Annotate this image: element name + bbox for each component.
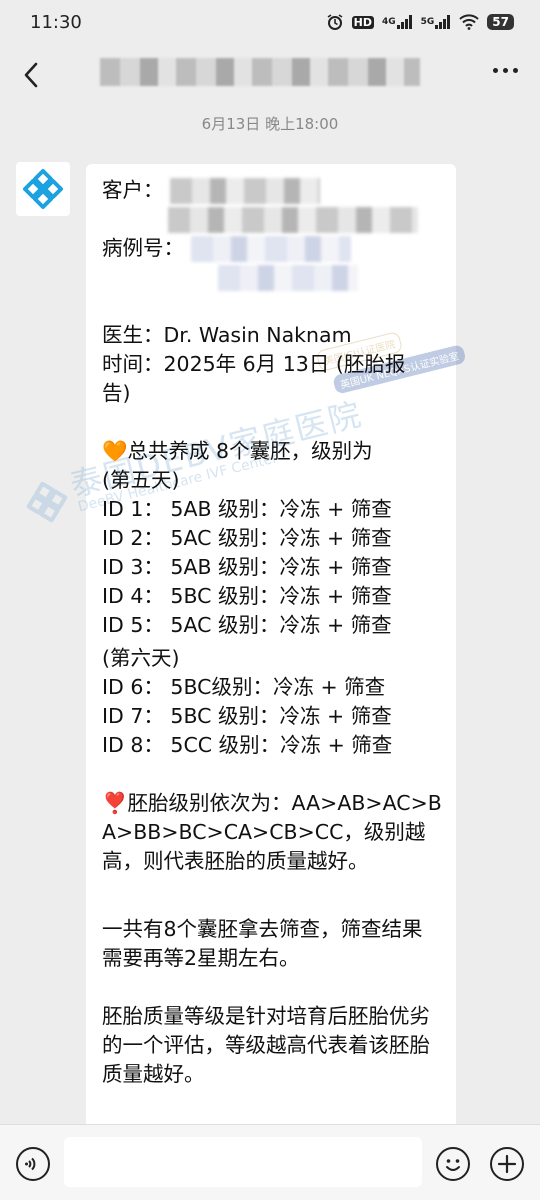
- message-bubble[interactable]: 客户： 病例号： 医生：Dr. Wasin Naknam 时间：2025年 6月…: [86, 164, 456, 1164]
- exclamation-heart-emoji-icon: ❣️: [102, 791, 128, 815]
- wifi-icon: [459, 14, 479, 30]
- avatar[interactable]: [16, 162, 70, 216]
- case-row-2: [102, 263, 442, 292]
- 4g-signal-icon: 4G: [382, 15, 413, 29]
- net-4g-label: 4G: [381, 17, 396, 27]
- total-embryos-line: 🧡总共养成 8个囊胚，级别为: [102, 437, 442, 466]
- embryo-id-6: ID 6： 5BC级别：冷冻 + 筛查: [102, 675, 386, 699]
- hd-icon: HD: [351, 15, 374, 29]
- chat-input-bar: [0, 1124, 540, 1200]
- embryo-id-8: ID 8： 5CC 级别：冷冻 + 筛查: [102, 733, 393, 757]
- case-number-label: 病例号：: [102, 236, 184, 260]
- doctor-line: 医生：Dr. Wasin Naknam: [102, 323, 352, 347]
- day5-label: (第五天): [102, 468, 180, 492]
- heart-emoji-icon: 🧡: [102, 439, 128, 463]
- time-line-1: 时间：2025年 6月 13日 (胚胎报: [102, 352, 406, 376]
- case-info-redacted: [218, 265, 358, 291]
- more-dots-icon[interactable]: [493, 68, 518, 73]
- chat-header: [0, 44, 540, 106]
- embryo-id-5: ID 5： 5AC 级别：冷冻 + 筛查: [102, 613, 392, 637]
- embryo-id-2: ID 2： 5AC 级别：冷冻 + 筛查: [102, 526, 392, 550]
- customer-name-redacted: [170, 178, 321, 204]
- plus-icon[interactable]: [490, 1147, 524, 1181]
- status-icons: HD 4G 5G 57: [326, 13, 514, 31]
- battery-indicator: 57: [487, 14, 514, 30]
- embryo-id-3: ID 3： 5AB 级别：冷冻 + 筛查: [102, 555, 392, 579]
- chevron-left-icon[interactable]: [18, 58, 46, 92]
- embryo-id-4: ID 4： 5BC 级别：冷冻 + 筛查: [102, 584, 392, 608]
- message-timestamp: 6月13日 晚上18:00: [201, 115, 339, 133]
- screening-note: 一共有8个囊胚拿去筛查，筛查结果需要再等2星期左右。: [102, 917, 423, 970]
- customer-row: 客户：: [102, 176, 442, 205]
- clinic-logo-icon: [23, 169, 63, 209]
- day6-label: (第六天): [102, 646, 180, 670]
- case-row: 病例号：: [102, 234, 442, 263]
- grade-explanation-text: 胚胎级别依次为：AA>AB>AC>BA>BB>BC>CA>CB>CC，级别越高，…: [102, 791, 442, 873]
- customer-row-2: [102, 205, 442, 234]
- case-number-redacted: [190, 236, 351, 262]
- 5g-signal-icon: 5G: [421, 15, 452, 29]
- voice-icon[interactable]: [16, 1147, 50, 1181]
- embryo-id-1: ID 1： 5AB 级别：冷冻 + 筛查: [102, 497, 392, 521]
- alarm-icon: [326, 13, 344, 31]
- total-embryos-text: 总共养成 8个囊胚，级别为: [127, 439, 373, 463]
- message-input[interactable]: [64, 1137, 422, 1187]
- time-line-2: 告): [102, 381, 131, 405]
- status-time: 11:30: [30, 11, 82, 33]
- grade-explanation: ❣️胚胎级别依次为：AA>AB>AC>BA>BB>BC>CA>CB>CC，级别越…: [102, 789, 442, 876]
- watermark-logo-icon: [26, 481, 68, 523]
- status-bar: 11:30 HD 4G 5G 57: [0, 0, 540, 44]
- customer-info-redacted: [168, 207, 418, 233]
- message-text: 客户： 病例号： 医生：Dr. Wasin Naknam 时间：2025年 6月…: [102, 176, 442, 1089]
- embryo-id-7: ID 7： 5BC 级别：冷冻 + 筛查: [102, 704, 392, 728]
- net-5g-label: 5G: [420, 17, 435, 27]
- emoji-icon[interactable]: [436, 1147, 470, 1181]
- chat-title-redacted[interactable]: [100, 58, 420, 86]
- quality-note: 胚胎质量等级是针对培育后胚胎优劣的一个评估，等级越高代表着该胚胎质量越好。: [102, 1004, 430, 1086]
- customer-label: 客户：: [102, 178, 164, 202]
